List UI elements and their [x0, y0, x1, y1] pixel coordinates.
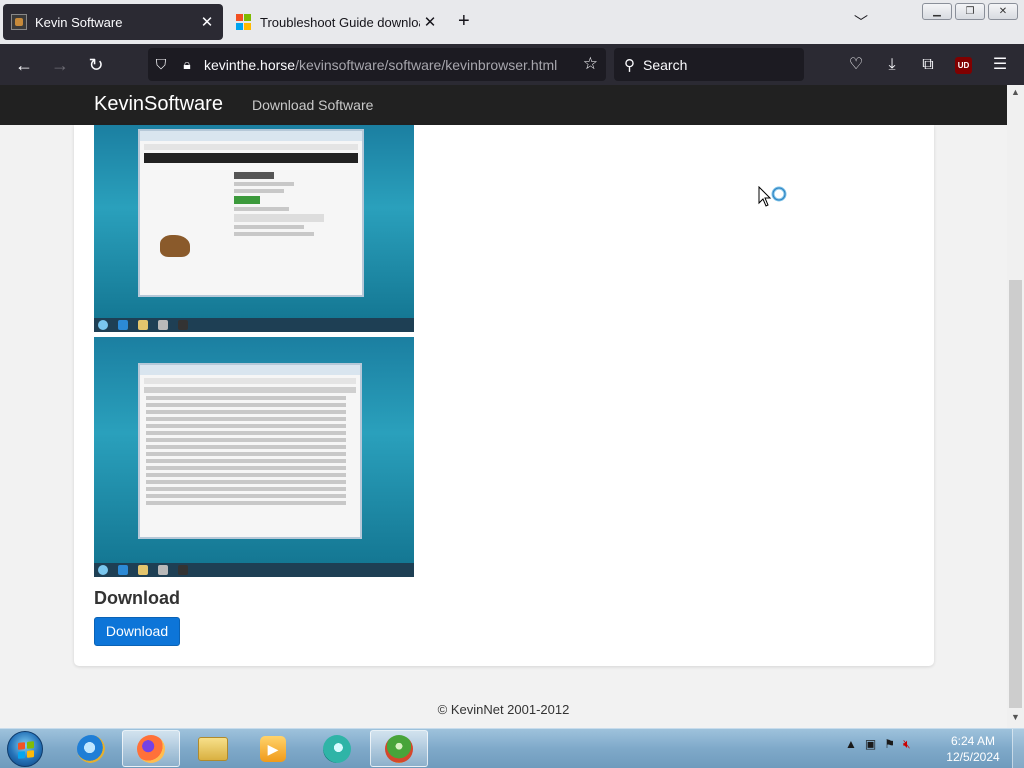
- downloads-icon[interactable]: ⤓: [881, 54, 903, 76]
- extensions-puzzle-icon[interactable]: ⧉: [917, 54, 939, 76]
- close-tab-icon[interactable]: ✕: [420, 13, 440, 31]
- ublock-origin-icon[interactable]: UD: [955, 57, 972, 74]
- mini-browser-window: [138, 129, 364, 297]
- footer-copyright: © KevinNet 2001-2012: [437, 702, 570, 717]
- mini-taskbar: [94, 318, 414, 332]
- forward-arrow-icon[interactable]: →: [47, 52, 73, 78]
- download-button[interactable]: Download: [94, 617, 180, 646]
- download-software-link[interactable]: Download Software: [252, 97, 373, 113]
- screenshot-kevinhosting-image: [94, 125, 414, 332]
- new-tab-plus-icon[interactable]: +: [458, 10, 470, 32]
- horse-icon: [160, 235, 190, 257]
- search-icon: ⚲: [624, 56, 635, 74]
- firefox-icon: [137, 734, 165, 763]
- back-arrow-icon[interactable]: ←: [11, 52, 37, 78]
- busy-cursor-icon: [758, 186, 787, 207]
- window-controls: ▁ ❐ ✕: [922, 3, 1018, 20]
- minimize-button[interactable]: ▁: [922, 3, 952, 20]
- search-placeholder: Search: [643, 56, 688, 73]
- tab-kevin-software[interactable]: Kevin Software ✕: [3, 4, 223, 40]
- page-viewport: KevinSoftware Download Software Download…: [0, 85, 1007, 728]
- windows-orb-icon: [385, 734, 413, 763]
- kevin-favicon-icon: [11, 14, 27, 30]
- site-navbar: KevinSoftware Download Software: [0, 85, 1007, 125]
- bookmark-star-icon[interactable]: ☆: [583, 54, 598, 74]
- page-scrollbar[interactable]: ▲ ▼: [1007, 85, 1024, 728]
- action-center-flag-icon[interactable]: ⚑: [884, 737, 895, 752]
- microsoft-favicon-icon: [236, 14, 252, 30]
- network-icon[interactable]: ▣: [865, 737, 876, 752]
- folder-icon: [198, 736, 228, 761]
- windows-taskbar: ▶ ▲ ▣ ⚑ 🔇︎ 6:24 AM 12/5/2024: [0, 728, 1024, 768]
- scrollbar-thumb[interactable]: [1009, 280, 1022, 708]
- shield-icon[interactable]: ⛉: [148, 56, 174, 73]
- restore-button[interactable]: ❐: [955, 3, 985, 20]
- lock-icon[interactable]: 🔒︎: [174, 56, 200, 73]
- tab-title: Troubleshoot Guide downloading: [260, 14, 420, 30]
- content-card: Download Download: [74, 125, 934, 666]
- navigation-toolbar: ← → ↻ ⛉ 🔒︎ kevinthe.horse/kevinsoftware/…: [0, 44, 1024, 85]
- clock-date: 12/5/2024: [946, 750, 1000, 764]
- url-path: /kevinsoftware/software/kevinbrowser.htm…: [295, 56, 558, 73]
- tab-troubleshoot-guide[interactable]: Troubleshoot Guide downloading ✕: [228, 4, 446, 40]
- browser-tab-strip: Kevin Software ✕ Troubleshoot Guide down…: [0, 0, 1024, 44]
- taskbar-internet-explorer[interactable]: [62, 730, 120, 767]
- show-hidden-icons-icon[interactable]: ▲: [845, 737, 857, 752]
- screenshot-file-listing-image: [94, 337, 414, 577]
- close-window-button[interactable]: ✕: [988, 3, 1018, 20]
- address-bar[interactable]: ⛉ 🔒︎ kevinthe.horse/kevinsoftware/softwa…: [148, 48, 606, 81]
- url-host: kevinthe.horse: [204, 56, 296, 73]
- search-input[interactable]: ⚲ Search: [614, 48, 804, 81]
- show-desktop-button[interactable]: [1012, 729, 1024, 768]
- taskbar-firefox[interactable]: [122, 730, 180, 767]
- reload-icon[interactable]: ↻: [83, 52, 109, 78]
- internet-explorer-icon: [77, 734, 105, 763]
- mini-taskbar: [94, 563, 414, 577]
- taskbar-remote-desktop[interactable]: [308, 730, 366, 767]
- taskbar-media-player[interactable]: ▶: [244, 730, 302, 767]
- taskbar-file-explorer[interactable]: [184, 730, 242, 767]
- taskbar-windows-app[interactable]: [370, 730, 428, 767]
- scroll-down-arrow-icon[interactable]: ▼: [1007, 712, 1024, 726]
- start-button[interactable]: [7, 731, 43, 767]
- download-heading: Download: [94, 588, 180, 608]
- mini-browser-window: [138, 363, 362, 539]
- pocket-icon[interactable]: ♡: [845, 54, 867, 76]
- clock-time: 6:24 AM: [950, 734, 996, 748]
- system-clock[interactable]: 6:24 AM 12/5/2024: [938, 733, 1008, 765]
- list-all-tabs-chevron-icon[interactable]: ﹀: [854, 12, 868, 32]
- scroll-up-arrow-icon[interactable]: ▲: [1007, 87, 1024, 101]
- system-tray: ▲ ▣ ⚑ 🔇︎: [845, 737, 911, 752]
- tab-title: Kevin Software: [35, 14, 123, 30]
- volume-muted-icon[interactable]: 🔇︎: [903, 737, 911, 752]
- media-player-icon: ▶: [260, 735, 286, 762]
- site-brand[interactable]: KevinSoftware: [94, 93, 223, 116]
- remote-desktop-icon: [323, 734, 351, 763]
- windows-logo-icon: [18, 741, 34, 759]
- close-tab-icon[interactable]: ✕: [197, 13, 217, 31]
- hamburger-menu-icon[interactable]: ☰: [989, 54, 1011, 76]
